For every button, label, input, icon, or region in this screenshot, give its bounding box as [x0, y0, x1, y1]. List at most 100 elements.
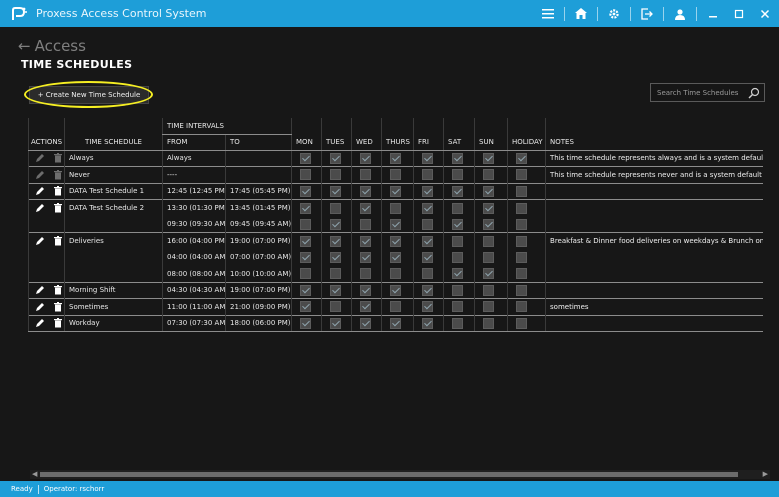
day-checkbox-sun[interactable]	[483, 202, 495, 214]
day-checkbox-sat[interactable]	[452, 268, 464, 279]
edit-icon[interactable]	[35, 318, 45, 328]
day-checkbox-sun[interactable]	[483, 317, 495, 329]
edit-icon[interactable]	[35, 186, 45, 196]
day-checkbox-fri[interactable]	[422, 202, 434, 214]
day-checkbox-wed[interactable]	[360, 268, 372, 279]
day-checkbox-wed[interactable]	[360, 251, 372, 263]
day-checkbox-fri[interactable]	[422, 251, 434, 263]
table-row[interactable]: DATA Test Schedule 2 13:30 (01:30 PM) 13:4…	[28, 199, 763, 216]
day-checkbox-tues[interactable]	[330, 284, 342, 296]
day-checkbox-wed[interactable]	[360, 301, 372, 313]
minimize-icon[interactable]	[703, 4, 723, 24]
day-checkbox-mon[interactable]	[300, 169, 312, 181]
day-checkbox-fri[interactable]	[422, 268, 434, 279]
day-checkbox-fri[interactable]	[422, 218, 434, 230]
day-checkbox-wed[interactable]	[360, 235, 372, 247]
day-checkbox-thurs[interactable]	[390, 268, 402, 279]
maximize-icon[interactable]	[729, 4, 749, 24]
day-checkbox-holiday[interactable]	[516, 169, 528, 181]
delete-icon[interactable]	[53, 301, 63, 312]
day-checkbox-sun[interactable]	[483, 251, 495, 263]
day-checkbox-sat[interactable]	[452, 317, 464, 329]
user-icon[interactable]	[670, 4, 690, 24]
day-checkbox-holiday[interactable]	[516, 268, 528, 279]
day-checkbox-wed[interactable]	[360, 284, 372, 296]
delete-icon[interactable]	[53, 236, 63, 246]
edit-icon[interactable]	[35, 302, 45, 312]
day-checkbox-thurs[interactable]	[390, 251, 402, 263]
close-icon[interactable]	[755, 4, 775, 24]
day-checkbox-wed[interactable]	[360, 185, 372, 197]
day-checkbox-thurs[interactable]	[390, 301, 402, 313]
day-checkbox-thurs[interactable]	[390, 169, 402, 181]
day-checkbox-wed[interactable]	[360, 152, 372, 164]
back-link[interactable]: ← Access	[18, 36, 86, 56]
day-checkbox-holiday[interactable]	[516, 202, 528, 214]
day-checkbox-holiday[interactable]	[516, 152, 528, 164]
day-checkbox-sat[interactable]	[452, 301, 464, 313]
day-checkbox-mon[interactable]	[300, 235, 312, 247]
home-icon[interactable]	[571, 4, 591, 24]
scrollbar-thumb[interactable]	[40, 472, 738, 477]
day-checkbox-tues[interactable]	[330, 218, 342, 230]
day-checkbox-mon[interactable]	[300, 284, 312, 296]
day-checkbox-fri[interactable]	[422, 169, 434, 181]
table-row[interactable]: DATA Test Schedule 1 12:45 (12:45 PM) 17:4…	[28, 182, 763, 200]
gear-icon[interactable]	[604, 4, 624, 24]
day-checkbox-sun[interactable]	[483, 284, 495, 296]
day-checkbox-tues[interactable]	[330, 251, 342, 263]
table-row[interactable]: 09:30 (09:30 AM) 09:45 (09:45 AM)	[28, 216, 763, 233]
day-checkbox-tues[interactable]	[330, 317, 342, 329]
edit-icon[interactable]	[35, 203, 45, 213]
day-checkbox-fri[interactable]	[422, 152, 434, 164]
day-checkbox-fri[interactable]	[422, 317, 434, 329]
day-checkbox-thurs[interactable]	[390, 152, 402, 164]
day-checkbox-sat[interactable]	[452, 235, 464, 247]
menu-icon[interactable]	[538, 4, 558, 24]
day-checkbox-tues[interactable]	[330, 185, 342, 197]
day-checkbox-mon[interactable]	[300, 152, 312, 164]
day-checkbox-holiday[interactable]	[516, 284, 528, 296]
table-row[interactable]: Deliveries 16:00 (04:00 PM) 19:00 (07:00 P…	[28, 232, 763, 249]
scroll-left-icon[interactable]: ◀	[32, 470, 37, 478]
day-checkbox-sat[interactable]	[452, 251, 464, 263]
day-checkbox-sat[interactable]	[452, 169, 464, 181]
day-checkbox-holiday[interactable]	[516, 235, 528, 247]
day-checkbox-thurs[interactable]	[390, 185, 402, 197]
col-time-schedule[interactable]: TIME SCHEDULE	[64, 134, 163, 151]
day-checkbox-sat[interactable]	[452, 185, 464, 197]
day-checkbox-sat[interactable]	[452, 284, 464, 296]
day-checkbox-wed[interactable]	[360, 202, 372, 214]
day-checkbox-fri[interactable]	[422, 284, 434, 296]
delete-icon[interactable]	[53, 318, 63, 328]
scroll-right-icon[interactable]: ▶	[763, 470, 768, 478]
day-checkbox-sun[interactable]	[483, 235, 495, 247]
day-checkbox-thurs[interactable]	[390, 284, 402, 296]
day-checkbox-wed[interactable]	[360, 169, 372, 181]
day-checkbox-holiday[interactable]	[516, 185, 528, 197]
create-schedule-button[interactable]: + Create New Time Schedule	[29, 86, 149, 104]
day-checkbox-sun[interactable]	[483, 268, 495, 279]
day-checkbox-tues[interactable]	[330, 235, 342, 247]
logout-icon[interactable]	[637, 4, 657, 24]
table-row[interactable]: Sometimes 11:00 (11:00 AM) 21:00 (09:00 PM…	[28, 298, 763, 315]
day-checkbox-thurs[interactable]	[390, 317, 402, 329]
table-row[interactable]: 04:00 (04:00 AM) 07:00 (07:00 AM)	[28, 249, 763, 266]
day-checkbox-wed[interactable]	[360, 218, 372, 230]
delete-icon[interactable]	[53, 285, 63, 295]
edit-icon[interactable]	[35, 285, 45, 295]
day-checkbox-sat[interactable]	[452, 152, 464, 164]
day-checkbox-tues[interactable]	[330, 152, 342, 164]
day-checkbox-wed[interactable]	[360, 317, 372, 329]
day-checkbox-sat[interactable]	[452, 202, 464, 214]
search-icon[interactable]	[748, 87, 760, 99]
day-checkbox-thurs[interactable]	[390, 218, 402, 230]
table-row[interactable]: Always Always This time schedule represent…	[28, 149, 763, 167]
day-checkbox-sun[interactable]	[483, 185, 495, 197]
day-checkbox-sat[interactable]	[452, 218, 464, 230]
day-checkbox-tues[interactable]	[330, 202, 342, 214]
delete-icon[interactable]	[53, 203, 63, 213]
day-checkbox-tues[interactable]	[330, 301, 342, 313]
day-checkbox-mon[interactable]	[300, 185, 312, 197]
day-checkbox-holiday[interactable]	[516, 317, 528, 329]
